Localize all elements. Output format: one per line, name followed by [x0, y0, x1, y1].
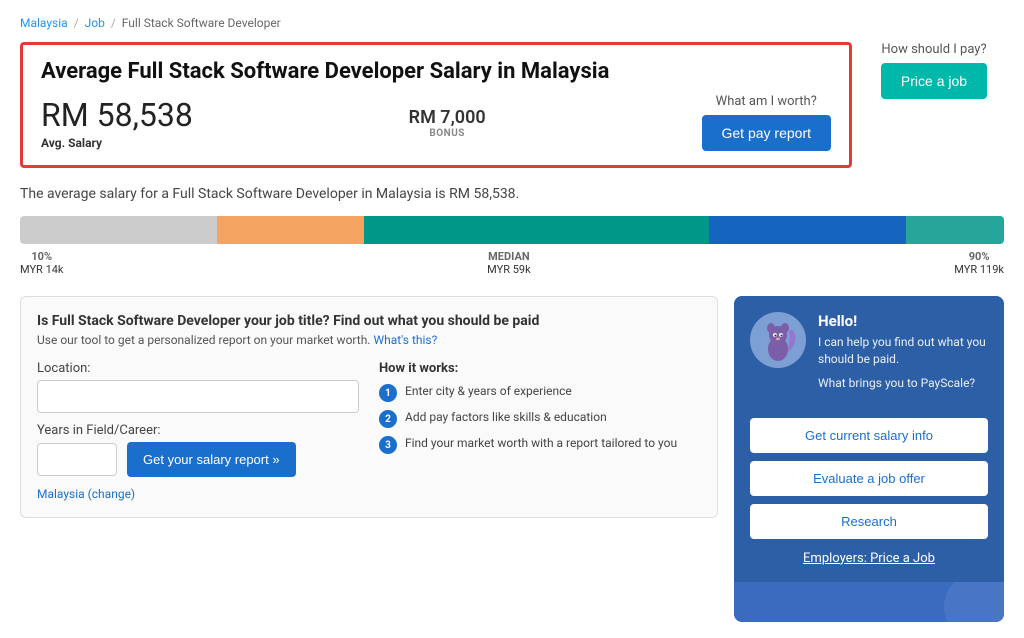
- bar-segment-low: [20, 216, 217, 244]
- form-left: Location: Years in Field/Career: Get you…: [37, 361, 359, 501]
- bar-label-low: 10% MYR 14k: [20, 250, 64, 276]
- bar-segment-orange: [217, 216, 365, 244]
- how-step-3: 3 Find your market worth with a report t…: [379, 436, 701, 454]
- bar-label-high: 90% MYR 119k: [954, 250, 1004, 276]
- how-step-2: 2 Add pay factors like skills & educatio…: [379, 410, 701, 428]
- sidebar-hello: Hello!: [818, 312, 988, 330]
- years-group: Years in Field/Career: Get your salary r…: [37, 423, 359, 477]
- salary-value: RM 58,538: [41, 96, 193, 134]
- sidebar-bottom-decor: [734, 582, 1004, 622]
- content-row: Is Full Stack Software Developer your jo…: [20, 296, 1004, 622]
- squirrel-avatar: [750, 312, 806, 368]
- location-group: Location:: [37, 361, 359, 413]
- bar-segment-teal: [364, 216, 708, 244]
- left-col: Is Full Stack Software Developer your jo…: [20, 296, 718, 622]
- how-step-1: 1 Enter city & years of experience: [379, 384, 701, 402]
- sidebar-top: Hello! I can help you find out what you …: [734, 296, 1004, 406]
- get-pay-report-button[interactable]: Get pay report: [702, 115, 832, 151]
- bar-segment-teal2: [906, 216, 1004, 244]
- bonus-label: BONUS: [409, 128, 486, 139]
- hero-salary-row: RM 58,538 Avg. Salary RM 7,000 BONUS Wha…: [41, 94, 831, 151]
- worth-block: What am I worth? Get pay report: [702, 94, 832, 151]
- salary-bar-visual: [20, 216, 1004, 244]
- bar-segment-blue: [709, 216, 906, 244]
- breadcrumb-current: Full Stack Software Developer: [122, 16, 281, 30]
- worth-label: What am I worth?: [702, 94, 832, 109]
- whats-this-link[interactable]: What's this?: [373, 333, 437, 347]
- step-text-2: Add pay factors like skills & education: [405, 410, 607, 424]
- salary-bar: 10% MYR 14k MEDIAN MYR 59k 90% MYR 119k: [20, 216, 1004, 276]
- get-salary-report-button[interactable]: Get your salary report »: [127, 442, 296, 477]
- evaluate-job-offer-button[interactable]: Evaluate a job offer: [750, 461, 988, 496]
- sidebar-buttons: Get current salary info Evaluate a job o…: [734, 406, 1004, 582]
- price-a-job-button[interactable]: Price a job: [881, 63, 987, 99]
- breadcrumb-malaysia[interactable]: Malaysia: [20, 16, 68, 30]
- get-current-salary-button[interactable]: Get current salary info: [750, 418, 988, 453]
- sidebar-desc: I can help you find out what you should …: [818, 334, 988, 368]
- bonus-value: RM 7,000: [409, 107, 486, 128]
- location-label: Location:: [37, 361, 359, 376]
- description-text: The average salary for a Full Stack Soft…: [20, 186, 1004, 202]
- breadcrumb: Malaysia / Job / Full Stack Software Dev…: [20, 16, 1004, 30]
- form-cols: Location: Years in Field/Career: Get you…: [37, 361, 701, 501]
- bar-labels: 10% MYR 14k MEDIAN MYR 59k 90% MYR 119k: [20, 250, 1004, 276]
- squirrel-icon: [753, 315, 803, 365]
- hero-title: Average Full Stack Software Developer Sa…: [41, 59, 831, 84]
- years-input[interactable]: [37, 443, 117, 476]
- step-num-3: 3: [379, 436, 397, 454]
- form-right: How it works: 1 Enter city & years of ex…: [359, 361, 701, 501]
- breadcrumb-job[interactable]: Job: [85, 16, 105, 30]
- hero-box: Average Full Stack Software Developer Sa…: [20, 42, 852, 168]
- hero-row: Average Full Stack Software Developer Sa…: [20, 42, 1004, 168]
- how-should-label: How should I pay?: [864, 42, 1004, 57]
- change-link[interactable]: Malaysia (change): [37, 487, 359, 501]
- form-subtitle: Use our tool to get a personalized repor…: [37, 333, 701, 347]
- how-should-block: How should I pay? Price a job: [864, 42, 1004, 99]
- research-button[interactable]: Research: [750, 504, 988, 539]
- page-wrapper: Malaysia / Job / Full Stack Software Dev…: [0, 0, 1024, 638]
- step-num-1: 1: [379, 384, 397, 402]
- bar-label-median: MEDIAN MYR 59k: [487, 250, 531, 276]
- how-works-title: How it works:: [379, 361, 701, 376]
- sidebar-text: Hello! I can help you find out what you …: [818, 312, 988, 390]
- hero-salary-left: RM 58,538 Avg. Salary: [41, 96, 193, 150]
- form-title: Is Full Stack Software Developer your jo…: [37, 313, 701, 329]
- sidebar-question: What brings you to PayScale?: [818, 376, 988, 390]
- step-text-3: Find your market worth with a report tai…: [405, 436, 677, 450]
- location-input[interactable]: [37, 380, 359, 413]
- breadcrumb-sep-1: /: [74, 16, 79, 30]
- right-sidebar: Hello! I can help you find out what you …: [734, 296, 1004, 622]
- bonus-block: RM 7,000 BONUS: [409, 107, 486, 139]
- employers-price-link[interactable]: Employers: Price a Job: [750, 547, 988, 570]
- form-box: Is Full Stack Software Developer your jo…: [20, 296, 718, 518]
- salary-label: Avg. Salary: [41, 136, 193, 150]
- step-num-2: 2: [379, 410, 397, 428]
- step-text-1: Enter city & years of experience: [405, 384, 572, 398]
- breadcrumb-sep-2: /: [111, 16, 116, 30]
- years-row: Get your salary report »: [37, 442, 359, 477]
- years-label: Years in Field/Career:: [37, 423, 359, 438]
